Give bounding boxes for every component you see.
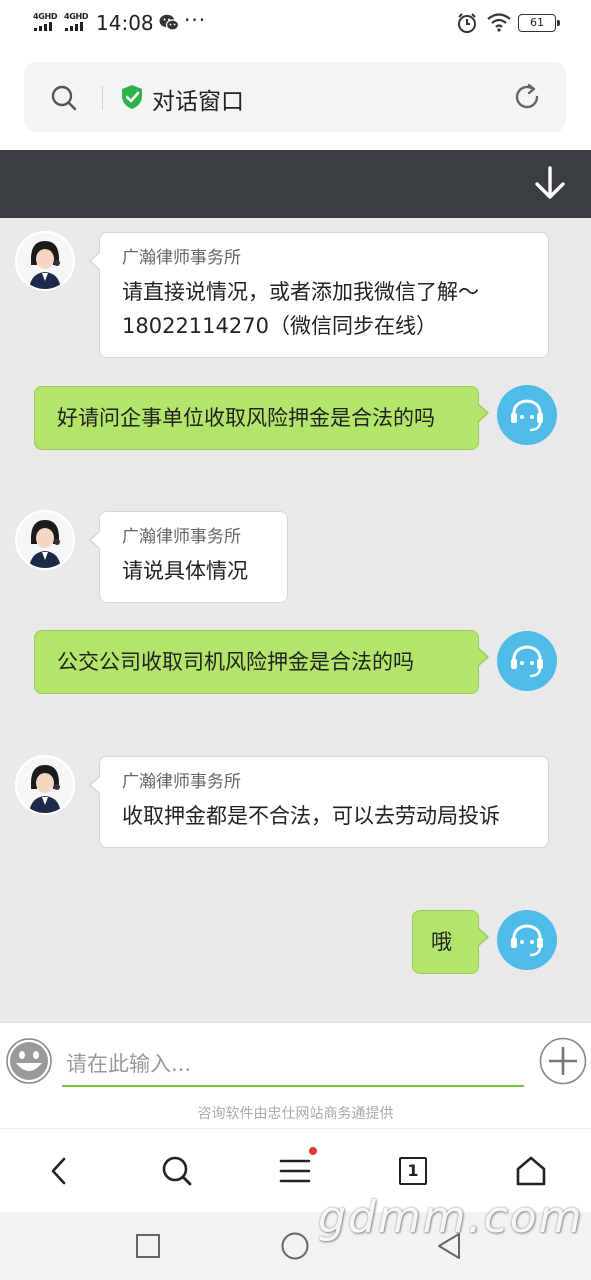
message-text: 请说具体情况: [122, 559, 248, 583]
divider: [102, 86, 103, 110]
lawyer-avatar: [15, 755, 75, 815]
message-text: 收取押金都是不合法，可以去劳动局投诉: [122, 804, 500, 828]
home-icon[interactable]: [513, 1153, 549, 1189]
sender-name: 广瀚律师事务所: [122, 248, 241, 268]
status-bar: 4GHD 4GHD 14:08 ··· 61: [0, 0, 591, 48]
message-bubble-sent: 公交公司收取司机风险押金是合法的吗: [34, 630, 489, 694]
wechat-icon: [159, 14, 179, 31]
user-avatar: [497, 631, 557, 691]
back-icon[interactable]: [42, 1153, 78, 1189]
clock: 14:08: [96, 11, 154, 35]
user-avatar: [497, 910, 557, 970]
search-icon[interactable]: [50, 84, 78, 112]
recents-icon[interactable]: [134, 1232, 162, 1260]
headset-icon: [511, 924, 543, 957]
menu-button[interactable]: [277, 1147, 317, 1189]
wifi-icon: [487, 13, 511, 32]
plus-icon[interactable]: [539, 1037, 587, 1085]
more-notifications-icon: ···: [184, 8, 207, 32]
message-text: 哦: [431, 930, 452, 954]
lawyer-avatar: [15, 231, 75, 291]
menu-icon: [279, 1159, 311, 1183]
secure-shield-icon: [122, 85, 142, 109]
message-input-bar: 咨询软件由忠仕网站商务通提供: [0, 1022, 591, 1128]
headset-icon: [511, 399, 543, 432]
message-bubble-received: 广瀚律师事务所 请说具体情况: [89, 511, 288, 603]
message-input[interactable]: [62, 1043, 524, 1087]
search-icon[interactable]: [159, 1153, 195, 1189]
powered-by-text: 咨询软件由忠仕网站商务通提供: [197, 1106, 394, 1122]
page-title: 对话窗口: [152, 89, 244, 115]
network-type-label: 4GHD: [33, 12, 58, 21]
message-bubble-received: 广瀚律师事务所 收取押金都是不合法，可以去劳动局投诉: [89, 756, 549, 848]
signal-icon: 4GHD: [33, 12, 61, 32]
message-text: 公交公司收取司机风险押金是合法的吗: [57, 650, 414, 674]
chat-toolbar: [0, 150, 591, 218]
battery-indicator: 61: [518, 14, 560, 32]
arrow-down-icon[interactable]: [533, 165, 567, 201]
sender-name: 广瀚律师事务所: [122, 527, 241, 547]
notification-dot: [309, 1147, 317, 1155]
chat-messages[interactable]: 广瀚律师事务所 请直接说情况，或者添加我微信了解～18022114270（微信同…: [0, 218, 591, 1022]
tabs-button[interactable]: 1: [395, 1153, 431, 1189]
watermark: gdmm.com: [318, 1192, 584, 1243]
user-avatar: [497, 385, 557, 445]
address-bar[interactable]: 对话窗口: [24, 62, 566, 132]
browser-header: 对话窗口: [0, 48, 591, 150]
network-type-label: 4GHD: [64, 12, 89, 21]
tab-count: 1: [399, 1157, 427, 1185]
home-circle-icon[interactable]: [280, 1231, 310, 1261]
alarm-icon: [458, 13, 476, 33]
lawyer-avatar: [15, 510, 75, 570]
message-bubble-received: 广瀚律师事务所 请直接说情况，或者添加我微信了解～18022114270（微信同…: [89, 232, 549, 358]
emoji-icon[interactable]: [5, 1037, 53, 1085]
headset-icon: [511, 645, 543, 678]
message-text: 请直接说情况，或者添加我微信了解～18022114270（微信同步在线）: [122, 280, 479, 338]
refresh-icon[interactable]: [512, 82, 542, 112]
sender-name: 广瀚律师事务所: [122, 772, 241, 792]
message-text: 好请问企事单位收取风险押金是合法的吗: [57, 406, 435, 430]
message-bubble-sent: 好请问企事单位收取风险押金是合法的吗: [34, 386, 489, 450]
signal-icon: 4GHD: [64, 12, 92, 32]
message-bubble-sent: 哦: [412, 910, 489, 974]
